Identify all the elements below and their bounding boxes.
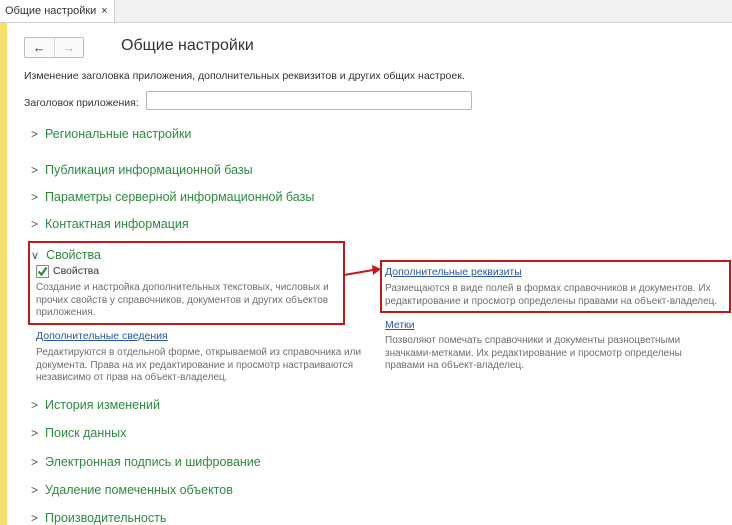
- section-deletion[interactable]: > Удаление помеченных объектов: [31, 483, 233, 497]
- section-properties[interactable]: ∨ Свойства: [31, 248, 101, 262]
- chevron-right-icon: >: [31, 127, 39, 141]
- description-line: Позволяют помечать справочники и докумен…: [385, 335, 681, 346]
- description-line: прочих свойств у справочников, документо…: [36, 294, 329, 306]
- chevron-right-icon: >: [31, 217, 39, 231]
- section-label: Поиск данных: [45, 426, 127, 440]
- section-server-params[interactable]: > Параметры серверной информационной баз…: [31, 190, 314, 204]
- tags-description: Позволяют помечать справочники и докумен…: [385, 335, 682, 373]
- additional-info-description: Редактируются в отдельной форме, открыва…: [36, 347, 361, 385]
- section-label: Региональные настройки: [45, 127, 192, 141]
- additional-attributes-link[interactable]: Дополнительные реквизиты: [385, 266, 522, 278]
- tab-label: Общие настройки: [5, 5, 97, 17]
- section-contact-info[interactable]: > Контактная информация: [31, 217, 189, 231]
- additional-info-link[interactable]: Дополнительные сведения: [36, 330, 168, 342]
- chevron-right-icon: >: [31, 398, 39, 412]
- close-icon[interactable]: ×: [101, 5, 107, 17]
- nav-buttons: ← →: [24, 37, 84, 58]
- section-label: Электронная подпись и шифрование: [45, 455, 261, 469]
- forward-arrow-icon[interactable]: →: [55, 38, 84, 57]
- tab-bar: Общие настройки ×: [0, 0, 732, 23]
- section-label: Контактная информация: [45, 217, 189, 231]
- chevron-down-icon: ∨: [31, 249, 40, 262]
- section-performance[interactable]: > Производительность: [31, 511, 166, 525]
- section-signature[interactable]: > Электронная подпись и шифрование: [31, 455, 261, 469]
- properties-description: Создание и настройка дополнительных текс…: [36, 282, 329, 320]
- additional-attributes-description: Размещаются в виде полей в формах справо…: [385, 283, 717, 308]
- back-arrow-icon[interactable]: ←: [25, 38, 55, 57]
- section-label: Производительность: [45, 511, 167, 525]
- section-label: Публикация информационной базы: [45, 163, 253, 177]
- description-line: значками-метками. Их редактирование и пр…: [385, 347, 682, 359]
- chevron-right-icon: >: [31, 190, 39, 204]
- chevron-right-icon: >: [31, 163, 39, 177]
- description-line: Создание и настройка дополнительных текс…: [36, 282, 329, 293]
- description-line: Размещаются в виде полей в формах справо…: [385, 283, 711, 294]
- description-line: независимо от прав на объект-владелец.: [36, 372, 228, 383]
- properties-checkbox-label: Свойства: [53, 265, 100, 277]
- section-label: Удаление помеченных объектов: [45, 483, 233, 497]
- section-publication[interactable]: > Публикация информационной базы: [31, 163, 253, 177]
- tags-link[interactable]: Метки: [385, 319, 415, 331]
- description-line: правами на объект-владелец.: [385, 360, 525, 371]
- app-title-input[interactable]: [146, 91, 472, 110]
- properties-checkbox[interactable]: [36, 265, 49, 278]
- section-label: Свойства: [46, 248, 101, 262]
- chevron-right-icon: >: [31, 455, 39, 469]
- chevron-right-icon: >: [31, 426, 39, 440]
- left-panel-strip: [0, 23, 7, 525]
- description-line: документа. Права на их редактирование и …: [36, 359, 354, 371]
- page-title: Общие настройки: [121, 37, 254, 54]
- description-line: приложения.: [36, 307, 96, 318]
- app-title-label: Заголовок приложения:: [24, 97, 139, 109]
- annotation-arrow-icon: [343, 265, 381, 276]
- section-search[interactable]: > Поиск данных: [31, 426, 126, 440]
- section-label: Параметры серверной информационной базы: [45, 190, 315, 204]
- description-line: редактирование и просмотр определены пра…: [385, 295, 718, 307]
- check-icon: [37, 266, 48, 277]
- section-label: История изменений: [45, 398, 160, 412]
- tab-general-settings[interactable]: Общие настройки ×: [0, 0, 115, 22]
- description-line: Редактируются в отдельной форме, открыва…: [36, 347, 362, 358]
- section-regional[interactable]: > Региональные настройки: [31, 127, 191, 141]
- section-history[interactable]: > История изменений: [31, 398, 160, 412]
- chevron-right-icon: >: [31, 511, 39, 525]
- page-description: Изменение заголовка приложения, дополнит…: [24, 70, 465, 82]
- chevron-right-icon: >: [31, 483, 39, 497]
